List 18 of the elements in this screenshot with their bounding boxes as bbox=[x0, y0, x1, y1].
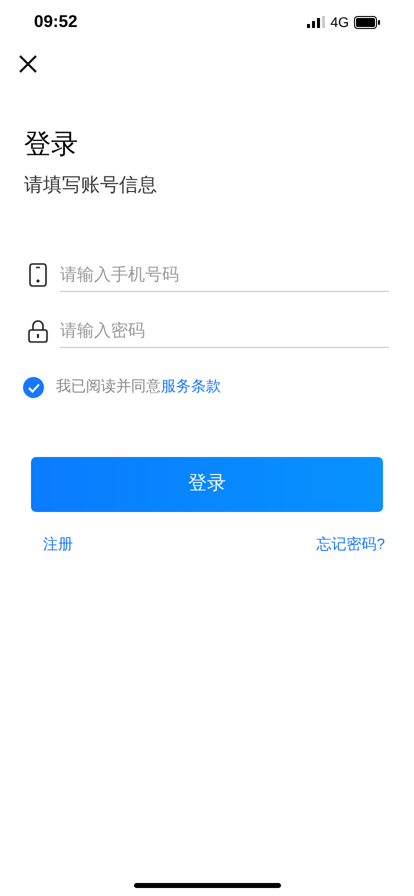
lock-icon bbox=[28, 319, 48, 344]
page-subtitle: 请填写账号信息 bbox=[24, 174, 158, 198]
signal-icon bbox=[307, 16, 326, 28]
password-field[interactable]: 请输入密码 bbox=[60, 314, 389, 348]
register-link[interactable]: 注册 bbox=[43, 534, 73, 556]
forgot-password-link[interactable]: 忘记密码? bbox=[316, 534, 385, 556]
terms-link[interactable]: 服务条款 bbox=[161, 378, 221, 396]
agree-checkbox[interactable] bbox=[23, 377, 44, 398]
phone-field[interactable]: 请输入手机号码 bbox=[60, 258, 389, 292]
battery-icon bbox=[354, 16, 380, 28]
page-title: 登录 bbox=[24, 128, 79, 161]
close-button[interactable] bbox=[18, 54, 38, 74]
login-button[interactable]: 登录 bbox=[31, 456, 383, 512]
check-icon bbox=[28, 382, 40, 392]
agreement-text: 我已阅读并同意服务条款 bbox=[56, 377, 221, 398]
status-time: 09:52 bbox=[34, 11, 78, 34]
network-label: 4G bbox=[330, 12, 349, 32]
phone-icon bbox=[28, 263, 48, 288]
